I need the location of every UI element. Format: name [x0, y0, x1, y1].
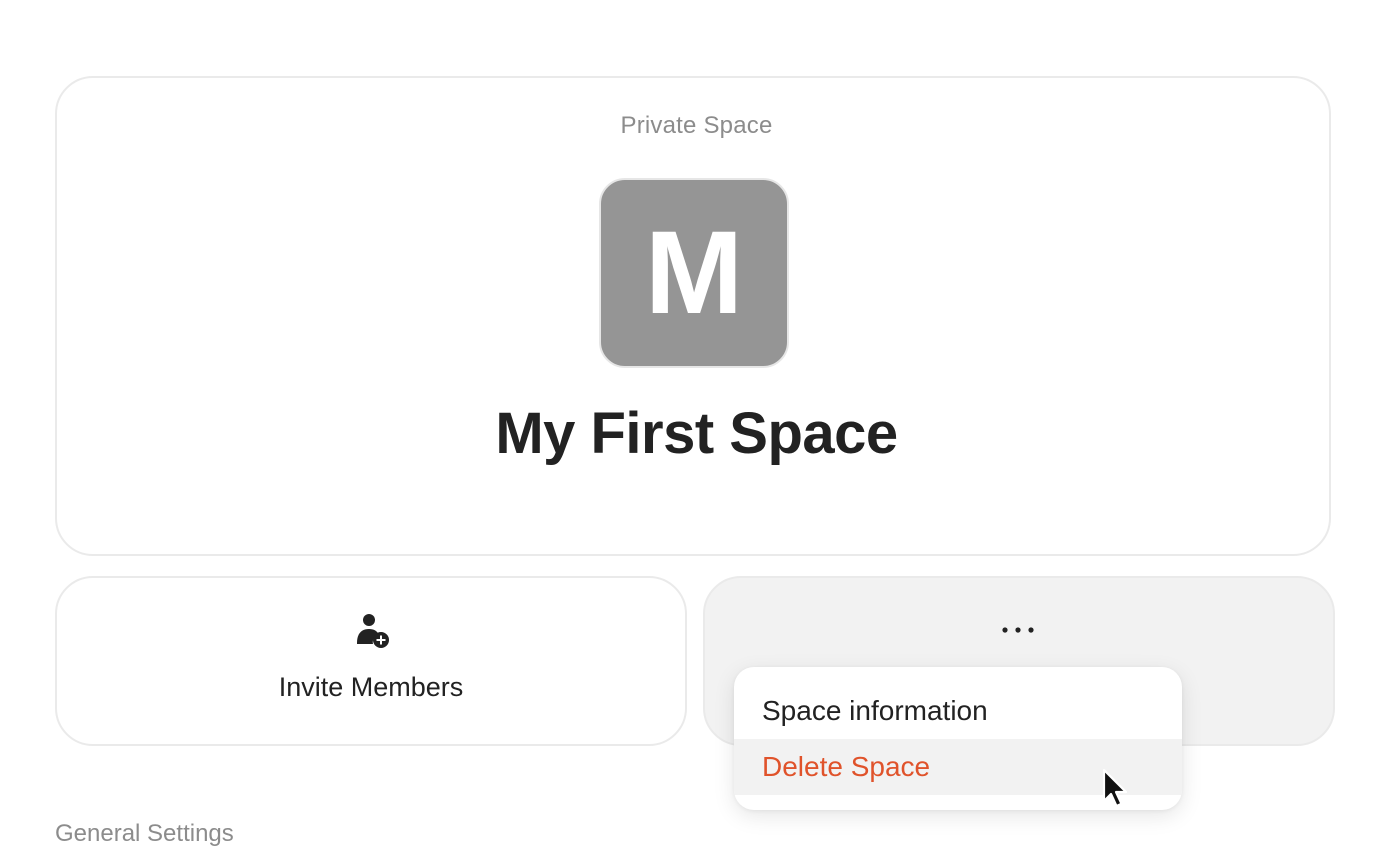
space-avatar[interactable]: M	[599, 178, 789, 368]
invite-members-label: Invite Members	[278, 672, 464, 702]
more-horizontal-icon	[1002, 627, 1034, 633]
general-settings-heading: General Settings	[55, 820, 234, 847]
space-avatar-letter: M	[644, 207, 744, 339]
menu-item-space-information[interactable]: Space information	[734, 683, 1182, 739]
space-settings-page: Private Space M My First Space Invite Me…	[0, 0, 1393, 861]
mouse-pointer-icon	[1102, 768, 1128, 808]
person-add-icon	[357, 614, 389, 648]
space-type-label: Private Space	[620, 112, 773, 139]
space-name-title: My First Space	[495, 401, 898, 466]
invite-members-button[interactable]	[55, 576, 687, 746]
